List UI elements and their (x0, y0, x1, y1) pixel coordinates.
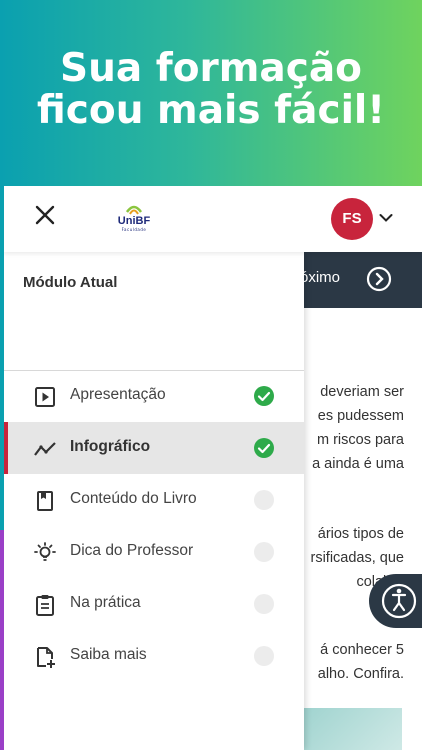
menu-item-conteudo-livro[interactable]: Conteúdo do Livro (4, 474, 304, 526)
menu-item-saiba-mais[interactable]: Saiba mais (4, 630, 304, 682)
logo-sub: Faculdade (121, 227, 147, 232)
app-screen: UniBF Faculdade FS óximo deveriam ser es… (4, 186, 422, 750)
unibf-logo: UniBF Faculdade (110, 202, 158, 238)
accessibility-button[interactable] (369, 574, 422, 628)
logo-mark-icon (125, 205, 143, 215)
content-line: alho. Confira. (317, 666, 404, 682)
module-drawer: Módulo Atual Apresentação Infográfico Co… (4, 252, 304, 750)
check-icon (254, 386, 274, 406)
menu-item-label: Saiba mais (70, 646, 147, 663)
pending-status-dot (254, 594, 274, 614)
file-plus-icon (37, 647, 55, 668)
accessibility-icon (381, 583, 417, 619)
content-line: ários tipos de (317, 526, 404, 542)
chevron-right-circle-icon[interactable] (366, 266, 392, 292)
content-line: es pudessem (317, 408, 404, 424)
pending-status-dot (254, 542, 274, 562)
next-label[interactable]: óximo (300, 269, 340, 286)
chevron-down-icon[interactable] (379, 213, 393, 223)
menu-item-apresentacao[interactable]: Apresentação (4, 370, 304, 422)
content-image (300, 708, 402, 750)
menu-item-label: Conteúdo do Livro (70, 490, 197, 507)
book-icon (37, 491, 53, 511)
promo-line-1: Sua formação (60, 46, 362, 91)
clipboard-icon (36, 595, 54, 616)
logo-name: UniBF (117, 215, 151, 227)
menu-item-infografico[interactable]: Infográfico (4, 422, 304, 474)
content-line: a ainda é uma (312, 456, 404, 472)
menu-item-label: Apresentação (70, 386, 166, 403)
content-line: m riscos para (316, 432, 404, 448)
menu-item-na-pratica[interactable]: Na prática (4, 578, 304, 630)
module-menu: Apresentação Infográfico Conteúdo do Liv… (4, 370, 304, 682)
content-line: rsificadas, que (310, 550, 405, 566)
user-avatar[interactable]: FS (331, 198, 373, 240)
pending-status-dot (254, 646, 274, 666)
top-bar: UniBF Faculdade FS (4, 186, 422, 252)
content-line: á conhecer 5 (320, 642, 404, 658)
pending-status-dot (254, 490, 274, 510)
menu-item-label: Dica do Professor (70, 542, 194, 559)
trend-line-icon (34, 442, 56, 456)
lightbulb-icon (34, 542, 56, 561)
drawer-title: Módulo Atual (23, 274, 118, 291)
check-icon (254, 438, 274, 458)
content-line: deveriam ser (320, 384, 404, 400)
promo-headline: Sua formação ficou mais fácil! (0, 48, 422, 132)
menu-item-label: Infográfico (70, 438, 151, 455)
menu-item-dica-professor[interactable]: Dica do Professor (4, 526, 304, 578)
promo-line-2: ficou mais fácil! (36, 88, 386, 133)
play-box-icon (35, 387, 55, 407)
close-icon[interactable] (34, 204, 56, 226)
menu-item-label: Na prática (70, 594, 141, 611)
